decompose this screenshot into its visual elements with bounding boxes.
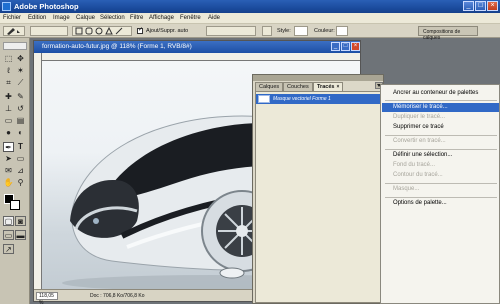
menu-image[interactable]: Image	[53, 15, 70, 21]
toolbox: ⬚ ✥ ℓ ✶ ⌗ ⟋ ✚ ✎ ⊥ ↺ ▭ ▤ ● ◐ ✒ T ➤ ▭ ✉ ⊿ …	[0, 38, 30, 304]
tab-traces-label: Tracés	[317, 84, 335, 90]
menu-separator	[385, 197, 497, 198]
tool-preset-picker[interactable]	[3, 26, 25, 36]
menu-item-delete-path[interactable]: Supprimer ce tracé	[382, 123, 499, 132]
shape-layers-buttons[interactable]	[30, 26, 68, 36]
menu-item-make-selection[interactable]: Définir une sélection...	[382, 151, 499, 160]
menu-item-make-work-path[interactable]: Convertir en tracé...	[382, 137, 499, 146]
tab-calques-label: Calques	[259, 84, 280, 90]
crop-tool-icon[interactable]: ⌗	[3, 78, 14, 88]
zoom-field[interactable]: 118,05 %	[36, 292, 58, 304]
color-swatch[interactable]	[336, 26, 348, 36]
color-label: Couleur:	[314, 28, 335, 34]
menu-bar: Fichier Edition Image Calque Sélection F…	[0, 13, 500, 24]
menu-calque[interactable]: Calque	[76, 15, 95, 21]
menu-filtre[interactable]: Filtre	[130, 15, 143, 21]
menu-selection[interactable]: Sélection	[100, 15, 125, 21]
shape-tool-icons	[75, 26, 123, 35]
menu-item-palette-options[interactable]: Options de palette...	[382, 199, 499, 208]
app-titlebar: Adobe Photoshop _ □ ×	[0, 0, 500, 13]
menu-item-fill-path[interactable]: Fond du tracé...	[382, 161, 499, 170]
minimize-button[interactable]: _	[463, 1, 474, 11]
link-layer-button[interactable]	[262, 26, 272, 36]
clone-stamp-icon[interactable]: ⊥	[3, 104, 14, 114]
menu-affichage[interactable]: Affichage	[149, 15, 174, 21]
style-label: Style:	[277, 28, 291, 34]
menu-aide[interactable]: Aide	[208, 15, 220, 21]
gradient-tool-icon[interactable]: ▤	[15, 116, 26, 126]
maximize-button[interactable]: □	[475, 1, 486, 11]
menu-fenetre[interactable]: Fenêtre	[180, 15, 201, 21]
path-thumbnail	[258, 95, 270, 103]
tab-traces[interactable]: Tracés ×	[313, 82, 344, 91]
menu-separator	[385, 135, 497, 136]
horizontal-ruler[interactable]	[42, 53, 360, 61]
layer-comps-tab[interactable]: Compositions de calques	[418, 26, 478, 41]
magic-wand-icon[interactable]: ✶	[15, 66, 26, 76]
document-titlebar: formation-auto-futur.jpg @ 118% (Forme 1…	[34, 41, 360, 53]
zoom-tool-icon[interactable]: ⚲	[15, 178, 26, 188]
tab-close-icon[interactable]: ×	[336, 84, 339, 90]
pen-tool-icon[interactable]: ✒	[3, 142, 14, 152]
menu-separator	[385, 183, 497, 184]
photoshop-icon	[2, 2, 11, 11]
path-item-selected[interactable]: Masque vectoriel Forme 1	[256, 94, 380, 104]
quick-mask-icon[interactable]: ◙	[15, 216, 26, 226]
screen-mode-standard-icon[interactable]: ▭	[3, 230, 14, 240]
tab-couches[interactable]: Couches	[283, 82, 313, 91]
menu-separator	[385, 100, 497, 101]
auto-add-remove-label: Ajout/Suppr. auto	[146, 28, 189, 34]
eraser-tool-icon[interactable]: ▭	[3, 116, 14, 126]
document-title: formation-auto-futur.jpg @ 118% (Forme 1…	[42, 43, 192, 50]
marquee-tool-icon[interactable]: ⬚	[3, 54, 14, 64]
document-size-info: Doc : 706,8 Ko/706,8 Ko	[90, 293, 145, 299]
vertical-ruler[interactable]	[34, 53, 42, 289]
doc-maximize-button[interactable]: □	[341, 42, 350, 51]
app-title: Adobe Photoshop	[14, 2, 79, 11]
panel-context-menu: Ancrer au conteneur de palettes Mémorise…	[380, 84, 500, 304]
tab-couches-label: Couches	[287, 84, 309, 90]
healing-brush-icon[interactable]: ✚	[3, 92, 14, 102]
path-operations-buttons[interactable]	[206, 26, 256, 36]
menu-item-save-path[interactable]: Mémoriser le tracé...	[382, 103, 499, 112]
rectangle-tool-icon[interactable]: ▭	[15, 154, 26, 164]
move-tool-icon[interactable]: ✥	[15, 54, 26, 64]
brush-tool-icon[interactable]: ✎	[15, 92, 26, 102]
pen-tool-icon	[7, 28, 20, 35]
doc-minimize-button[interactable]: _	[331, 42, 340, 51]
background-color-swatch[interactable]	[10, 200, 20, 210]
menu-item-stroke-path[interactable]: Contour du tracé...	[382, 171, 499, 180]
close-button[interactable]: ×	[487, 1, 498, 11]
menu-item-dock-to-palette-well[interactable]: Ancrer au conteneur de palettes	[382, 89, 499, 98]
panel-tabs: Calques Couches Tracés ×	[255, 81, 383, 91]
menu-item-clipping-path[interactable]: Masque...	[382, 185, 499, 194]
history-brush-icon[interactable]: ↺	[15, 104, 26, 114]
dodge-tool-icon[interactable]: ◐	[15, 128, 26, 138]
paths-panel: Calques Couches Tracés × Masque vectoriel…	[252, 74, 384, 304]
hand-tool-icon[interactable]: ✋	[3, 178, 14, 188]
paths-list: Masque vectoriel Forme 1	[255, 91, 381, 303]
style-picker[interactable]	[294, 26, 308, 36]
blur-tool-icon[interactable]: ●	[3, 128, 14, 138]
auto-add-remove-checkbox[interactable]	[137, 26, 143, 34]
slice-tool-icon[interactable]: ⟋	[15, 78, 26, 88]
screen-mode-full-icon[interactable]: ▬	[15, 230, 26, 240]
lasso-tool-icon[interactable]: ℓ	[3, 66, 14, 76]
toolbox-header	[3, 42, 27, 50]
menu-edition[interactable]: Edition	[28, 15, 46, 21]
doc-close-button[interactable]: ×	[351, 42, 360, 51]
menu-item-duplicate-path[interactable]: Dupliquer le tracé...	[382, 113, 499, 122]
jump-to-imageready-icon[interactable]: ↗	[3, 244, 14, 254]
path-selection-icon[interactable]: ➤	[3, 154, 14, 164]
path-item-label: Masque vectoriel Forme 1	[273, 96, 331, 102]
notes-tool-icon[interactable]: ✉	[3, 166, 14, 176]
menu-fichier[interactable]: Fichier	[3, 15, 21, 21]
options-bar: Ajout/Suppr. auto Style: Couleur: Compos…	[0, 24, 500, 41]
tab-calques[interactable]: Calques	[255, 82, 284, 91]
type-tool-icon[interactable]: T	[15, 142, 26, 152]
shape-tools-buttons[interactable]	[72, 26, 132, 36]
eyedropper-tool-icon[interactable]: ⊿	[15, 166, 26, 176]
menu-separator	[385, 149, 497, 150]
standard-mode-icon[interactable]: ▢	[3, 216, 14, 226]
